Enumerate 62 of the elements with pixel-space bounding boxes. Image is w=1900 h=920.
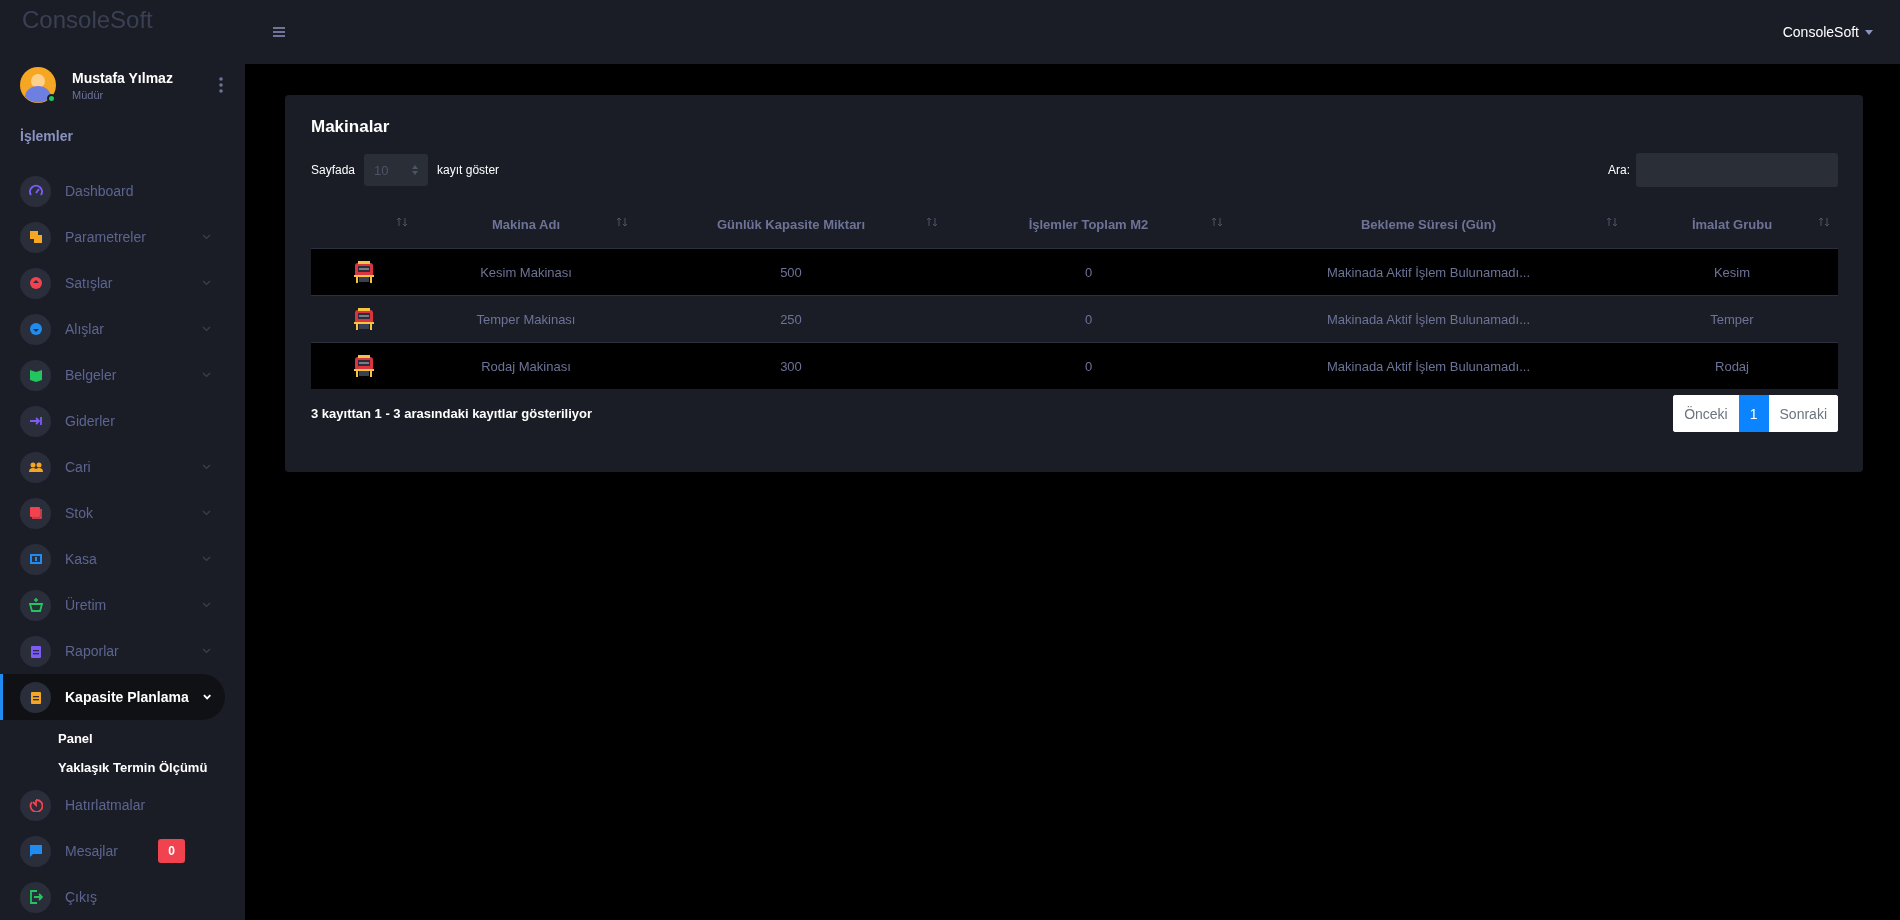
sidebar-item[interactable]: Giderler xyxy=(0,398,225,444)
machine-icon xyxy=(351,307,376,331)
column-header[interactable]: Günlük Kapasite Miktarı xyxy=(636,201,946,249)
sort-icon[interactable] xyxy=(396,218,408,226)
sort-icon[interactable] xyxy=(1818,218,1830,226)
column-header[interactable]: İmalat Grubu xyxy=(1626,201,1838,249)
sort-icon[interactable] xyxy=(1211,218,1223,226)
page-button[interactable]: 1 xyxy=(1738,395,1769,432)
sidebar-item[interactable]: Kapasite Planlama xyxy=(0,674,225,720)
table-cell: Temper Makinası xyxy=(416,295,636,343)
sidebar-item[interactable]: Raporlar xyxy=(0,628,225,674)
table-cell: Makinada Aktif İşlem Bulunamadı... xyxy=(1231,342,1626,389)
table-cell: Rodaj Makinası xyxy=(416,342,636,389)
table-cell: Makinada Aktif İşlem Bulunamadı... xyxy=(1231,248,1626,296)
sidebar-item[interactable]: Belgeler xyxy=(0,352,225,398)
table-cell: Temper xyxy=(1626,295,1838,343)
caret-icon xyxy=(1865,29,1873,35)
count-badge: 0 xyxy=(158,839,185,863)
table-cell: 0 xyxy=(946,342,1231,389)
table-cell: Kesim xyxy=(1626,248,1838,296)
sidebar-item[interactable]: Parametreler xyxy=(0,214,225,260)
submenu-item[interactable]: Yaklaşık Termin Ölçümü xyxy=(58,753,245,782)
sidebar-item[interactable]: Dashboard xyxy=(0,168,225,214)
section-heading: İşlemler xyxy=(19,127,74,146)
sidebar-item[interactable]: Üretim xyxy=(0,582,225,628)
sidebar-item[interactable]: Mesajlar 0 xyxy=(0,828,225,874)
sidebar-item[interactable]: Stok xyxy=(0,490,225,536)
search-label: Ara: xyxy=(1608,163,1630,177)
table-cell: Rodaj xyxy=(1626,342,1838,389)
sort-icon[interactable] xyxy=(616,218,628,226)
user-role: Müdür xyxy=(72,88,105,101)
length-label: Sayfada xyxy=(311,163,356,177)
submenu-item[interactable]: Panel xyxy=(58,724,245,753)
column-header[interactable]: Makina Adı xyxy=(416,201,636,249)
avatar-icon xyxy=(20,67,56,103)
sidebar-item[interactable]: Cari xyxy=(0,444,225,490)
column-header[interactable]: Bekleme Süresi (Gün) xyxy=(1231,201,1626,249)
table-cell: 0 xyxy=(946,295,1231,343)
sort-arrows-icon xyxy=(412,165,419,175)
table-cell: 0 xyxy=(946,248,1231,296)
more-options-icon[interactable] xyxy=(219,77,223,93)
card-title: Makinalar xyxy=(311,117,391,137)
sidebar-item[interactable]: Satışlar xyxy=(0,260,225,306)
menu-icon[interactable] xyxy=(273,27,285,37)
table-info: 3 kayıttan 1 - 3 arasındaki kayıtlar gösteriliyor xyxy=(311,406,593,421)
table-cell: Makinada Aktif İşlem Bulunamadı... xyxy=(1231,295,1626,343)
table-cell: Kesim Makinası xyxy=(416,248,636,296)
length-label: kayıt göster xyxy=(437,163,500,177)
sidebar-item[interactable]: Alışlar xyxy=(0,306,225,352)
column-header[interactable]: İşlemler Toplam M2 xyxy=(946,201,1231,249)
machine-icon xyxy=(351,260,376,284)
sidebar-item[interactable]: Kasa xyxy=(0,536,225,582)
sort-icon[interactable] xyxy=(1606,218,1618,226)
user-menu[interactable]: ConsoleSoft xyxy=(1782,24,1873,40)
sort-icon[interactable] xyxy=(926,218,938,226)
machine-icon xyxy=(351,354,376,378)
table-cell: 500 xyxy=(636,248,946,296)
user-name: Mustafa Yılmaz xyxy=(72,69,174,86)
sidebar-item[interactable]: Hatırlatmalar xyxy=(0,782,225,828)
sidebar-item[interactable]: Çıkış xyxy=(0,874,225,920)
table-cell: 250 xyxy=(636,295,946,343)
table-cell: 300 xyxy=(636,342,946,389)
